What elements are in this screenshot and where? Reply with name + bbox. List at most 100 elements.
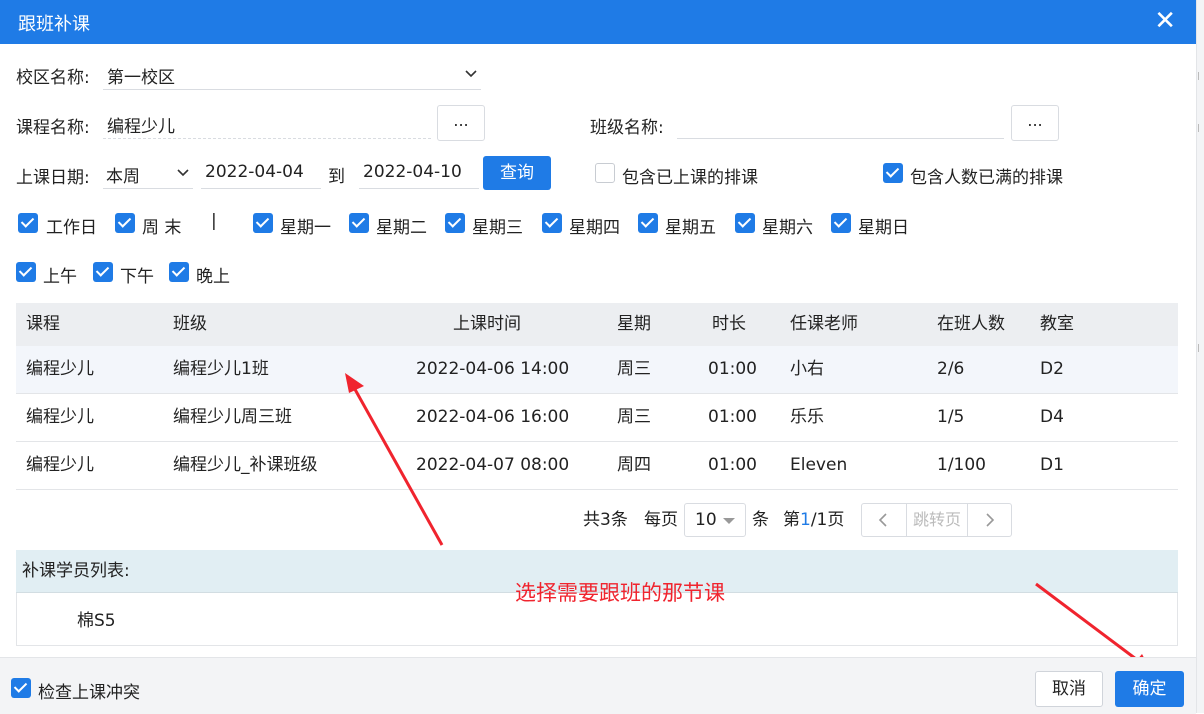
sunday-checkbox[interactable] (831, 213, 851, 233)
table-cell: 01:00 (708, 359, 757, 379)
start-date-value: 2022-04-04 (205, 162, 304, 182)
page-suffix: /1页 (810, 510, 845, 530)
table-row[interactable]: 编程少儿 编程少儿1班 2022-04-06 14:00 周三 01:00 小右… (16, 346, 1178, 394)
table-cell: Eleven (790, 455, 848, 475)
dialog-footer: 检查上课冲突 取消 确定 (0, 657, 1196, 714)
thursday-checkbox[interactable] (542, 213, 562, 233)
table-cell: 01:00 (708, 407, 757, 427)
current-page: 1 (800, 510, 811, 530)
include-full-label: 包含人数已满的排课 (910, 168, 1063, 188)
chevron-down-icon (177, 169, 189, 177)
workday-label: 工作日 (46, 218, 97, 238)
jump-page-input[interactable]: 跳转页 (907, 504, 967, 536)
table-cell: 小右 (790, 359, 824, 379)
start-date-input[interactable]: 2022-04-04 (201, 157, 321, 189)
class-label: 班级名称: (590, 118, 664, 138)
table-cell: D1 (1040, 455, 1064, 475)
check-conflict-label: 检查上课冲突 (38, 683, 140, 703)
per-page-label: 每页 (644, 510, 678, 530)
separator: | (211, 211, 217, 231)
table-header: 课程 班级 上课时间 星期 时长 任课老师 在班人数 教室 (16, 303, 1178, 346)
morning-label: 上午 (43, 267, 77, 287)
caret-down-icon (723, 518, 735, 524)
cancel-button[interactable]: 取消 (1035, 671, 1103, 707)
table-cell: 乐乐 (790, 407, 824, 427)
sunday-label: 星期日 (858, 218, 909, 238)
table-cell: 01:00 (708, 455, 757, 475)
date-range-value: 本周 (106, 167, 140, 187)
per-page-select[interactable]: 10 (684, 503, 746, 537)
students-list-title: 补课学员列表: (22, 561, 130, 581)
close-icon[interactable]: ✕ (1154, 6, 1176, 36)
workday-checkbox[interactable] (18, 213, 38, 233)
background-window-edge (1196, 0, 1204, 713)
monday-label: 星期一 (280, 218, 331, 238)
prev-page-button[interactable] (862, 504, 907, 536)
include-full-checkbox[interactable] (883, 163, 903, 183)
friday-label: 星期五 (665, 218, 716, 238)
class-field[interactable] (677, 107, 1004, 139)
campus-select[interactable]: 第一校区 (103, 58, 481, 90)
table-cell: 编程少儿周三班 (173, 407, 292, 427)
course-value: 编程少儿 (107, 117, 175, 137)
pagination: 共3条 每页 10 条 第1/1页 跳转页 (0, 503, 1196, 537)
weekend-checkbox[interactable] (115, 213, 135, 233)
pager-nav: 跳转页 (861, 503, 1012, 537)
column-header: 星期 (617, 314, 651, 334)
campus-value: 第一校区 (107, 68, 175, 88)
thursday-label: 星期四 (569, 218, 620, 238)
column-header: 教室 (1040, 314, 1074, 334)
course-field[interactable]: 编程少儿 (103, 107, 431, 139)
saturday-label: 星期六 (762, 218, 813, 238)
table-cell: 2/6 (937, 359, 965, 379)
edge-mark (1198, 344, 1203, 352)
query-button[interactable]: 查询 (483, 156, 551, 190)
ok-button[interactable]: 确定 (1115, 671, 1184, 707)
date-to-label: 到 (328, 167, 345, 187)
class-picker-button[interactable]: ... (1011, 105, 1059, 141)
saturday-checkbox[interactable] (735, 213, 755, 233)
table-cell: 1/5 (937, 407, 965, 427)
page-prefix: 第 (783, 510, 800, 530)
table-row[interactable]: 编程少儿 编程少儿_补课班级 2022-04-07 08:00 周四 01:00… (16, 442, 1178, 490)
column-header: 课程 (26, 314, 60, 334)
table-row[interactable]: 编程少儿 编程少儿周三班 2022-04-06 16:00 周三 01:00 乐… (16, 394, 1178, 442)
table-cell: 2022-04-06 16:00 (416, 407, 570, 427)
column-header: 班级 (173, 314, 207, 334)
page-indicator: 第1/1页 (783, 503, 844, 537)
monday-checkbox[interactable] (253, 213, 273, 233)
end-date-input[interactable]: 2022-04-10 (359, 157, 479, 189)
edge-mark (1198, 124, 1203, 132)
tuesday-checkbox[interactable] (349, 213, 369, 233)
table-cell: 编程少儿_补课班级 (173, 455, 318, 475)
column-header: 任课老师 (790, 314, 858, 334)
afternoon-checkbox[interactable] (93, 262, 113, 282)
chevron-left-icon (878, 513, 887, 527)
dialog-title: 跟班补课 (18, 14, 90, 35)
evening-label: 晚上 (196, 267, 230, 287)
evening-checkbox[interactable] (169, 262, 189, 282)
annotation-text: 选择需要跟班的那节课 (515, 581, 725, 605)
friday-checkbox[interactable] (638, 213, 658, 233)
table-cell: 周三 (617, 359, 651, 379)
wednesday-checkbox[interactable] (445, 213, 465, 233)
campus-label: 校区名称: (16, 68, 90, 88)
check-conflict-checkbox[interactable] (11, 678, 31, 698)
dialog-title-bar: 跟班补课 ✕ (0, 0, 1196, 44)
chevron-right-icon (986, 513, 995, 527)
date-label: 上课日期: (16, 168, 90, 188)
table-cell: 编程少儿 (26, 407, 94, 427)
include-taught-checkbox[interactable] (595, 163, 615, 183)
table-cell: 2022-04-06 14:00 (416, 359, 570, 379)
next-page-button[interactable] (967, 504, 1012, 536)
end-date-value: 2022-04-10 (363, 162, 462, 182)
include-taught-label: 包含已上课的排课 (622, 168, 758, 188)
chevron-down-icon (465, 70, 477, 78)
date-range-select[interactable]: 本周 (103, 157, 193, 189)
course-picker-button[interactable]: ... (437, 105, 485, 141)
table-cell: 编程少儿 (26, 455, 94, 475)
student-item[interactable]: 棉S5 (77, 593, 116, 649)
table-cell: 编程少儿1班 (173, 359, 269, 379)
morning-checkbox[interactable] (16, 262, 36, 282)
edge-mark (1198, 72, 1203, 80)
